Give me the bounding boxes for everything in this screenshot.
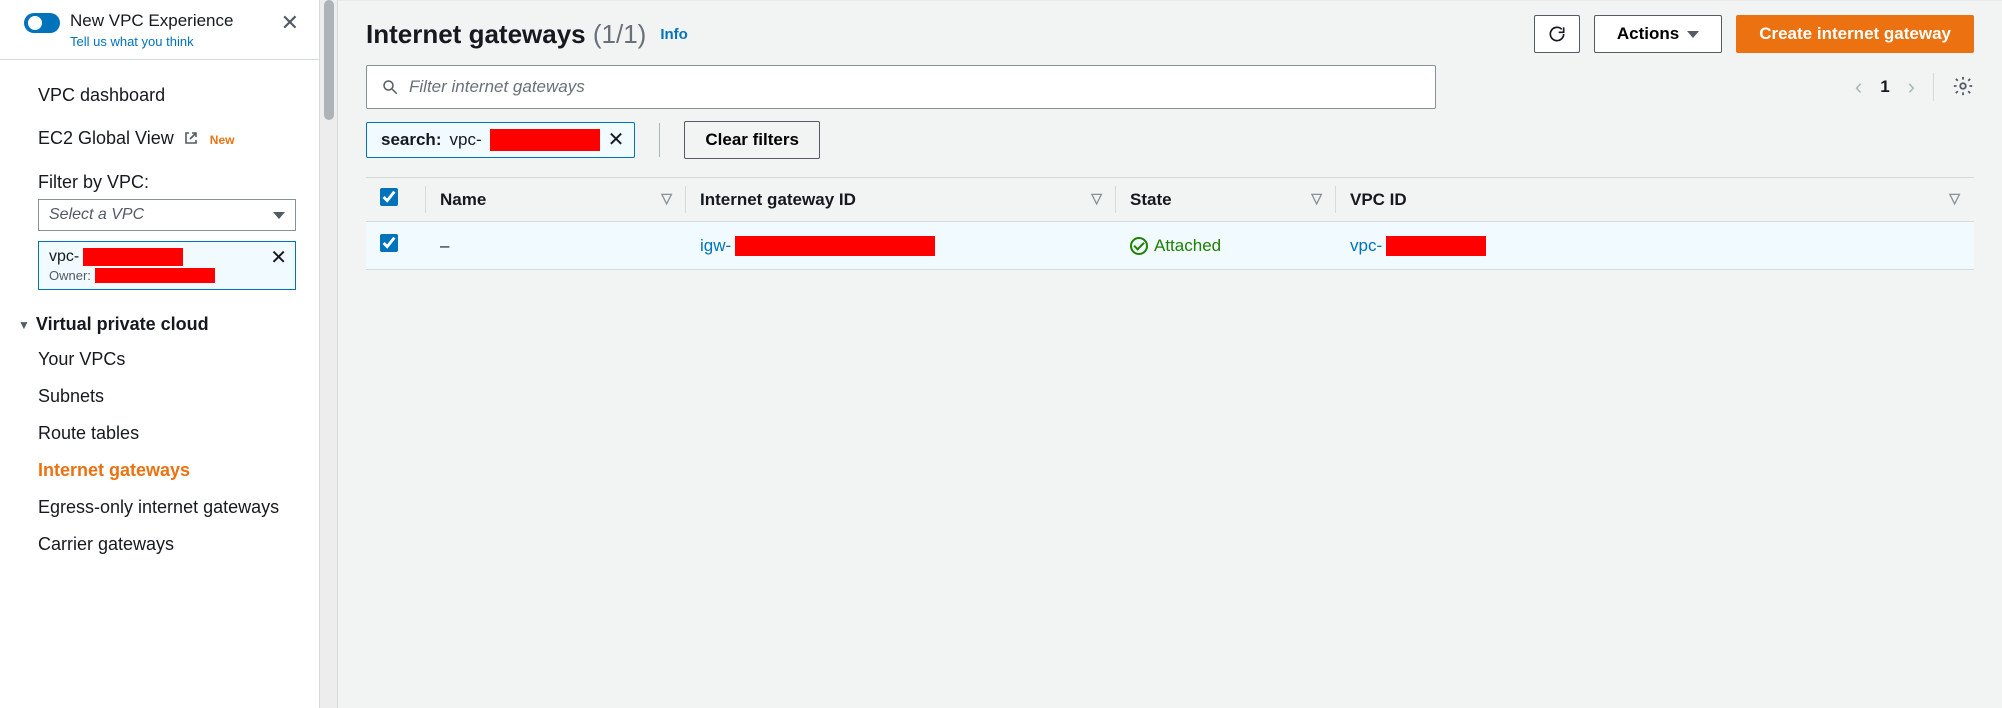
cell-state: Attached	[1116, 222, 1336, 270]
cell-select	[366, 222, 426, 270]
vpc-select-placeholder: Select a VPC	[49, 206, 144, 224]
row-checkbox[interactable]	[380, 234, 398, 252]
status-check-icon	[1130, 237, 1148, 255]
nav-carrier-gateways[interactable]: Carrier gateways	[38, 526, 295, 563]
search-input[interactable]: Filter internet gateways	[366, 65, 1436, 109]
settings-button[interactable]	[1952, 75, 1974, 100]
search-chip-label: search:	[381, 130, 441, 150]
vpc-chip-owner-label: Owner:	[49, 268, 91, 283]
header-actions: Actions Create internet gateway	[1534, 15, 1974, 53]
col-vpc-label: VPC ID	[1350, 190, 1407, 209]
col-vpc-id[interactable]: VPC ID ▽	[1336, 178, 1974, 222]
sidebar-body: VPC dashboard EC2 Global View New Filter…	[0, 60, 319, 563]
filter-chips-row: search: vpc- ✕ Clear filters	[366, 121, 1974, 159]
search-placeholder: Filter internet gateways	[409, 77, 585, 97]
igw-id-link[interactable]: igw-	[700, 236, 731, 256]
nav-subnets[interactable]: Subnets	[38, 378, 295, 415]
refresh-button[interactable]	[1534, 15, 1580, 53]
filter-by-vpc-label: Filter by VPC:	[38, 160, 295, 199]
vpc-id-redacted	[1386, 236, 1486, 256]
page-current: 1	[1880, 77, 1889, 97]
sidebar-scrollbar[interactable]	[320, 0, 338, 708]
vpc-chip-owner-redacted	[95, 268, 215, 283]
table-header-row: Name ▽ Internet gateway ID ▽ State ▽ V	[366, 178, 1974, 222]
igw-id-redacted	[735, 236, 935, 256]
info-link[interactable]: Info	[660, 26, 688, 43]
sort-icon: ▽	[661, 190, 672, 207]
select-all-checkbox[interactable]	[380, 188, 398, 206]
actions-caret-icon	[1687, 31, 1699, 38]
main-panel: Internet gateways (1/1) Info Actions Cre…	[338, 0, 2002, 708]
section-caret-icon: ▼	[18, 318, 30, 332]
new-experience-toggle[interactable]	[24, 13, 60, 33]
search-filter-chip: search: vpc- ✕	[366, 122, 635, 158]
sort-icon: ▽	[1311, 190, 1322, 207]
nav-route-tables[interactable]: Route tables	[38, 415, 295, 452]
sidebar: New VPC Experience Tell us what you thin…	[0, 0, 320, 708]
col-state-label: State	[1130, 190, 1172, 209]
nav-your-vpcs[interactable]: Your VPCs	[38, 341, 295, 378]
col-name-label: Name	[440, 190, 486, 209]
search-chip-redacted	[490, 129, 600, 151]
new-badge: New	[210, 133, 235, 147]
dropdown-caret-icon	[273, 212, 285, 219]
gear-icon	[1952, 75, 1974, 97]
ec2-global-label: EC2 Global View	[38, 128, 174, 148]
refresh-icon	[1547, 24, 1567, 44]
vpc-select[interactable]: Select a VPC	[38, 199, 296, 231]
vpc-chip-redacted	[83, 248, 183, 266]
status-text: Attached	[1154, 236, 1221, 256]
sort-icon: ▽	[1949, 190, 1960, 207]
scrollbar-thumb[interactable]	[324, 0, 334, 120]
actions-button[interactable]: Actions	[1594, 15, 1722, 53]
sidebar-item-ec2-global[interactable]: EC2 Global View New	[38, 117, 295, 160]
status-badge: Attached	[1130, 236, 1322, 256]
section-virtual-private-cloud[interactable]: ▼ Virtual private cloud	[18, 290, 295, 341]
search-icon	[381, 78, 399, 96]
nav-egress-only-igw[interactable]: Egress-only internet gateways	[38, 489, 295, 526]
pager-separator	[1933, 73, 1934, 101]
page-prev-icon[interactable]: ‹	[1855, 74, 1862, 100]
nav-internet-gateways[interactable]: Internet gateways	[38, 452, 295, 489]
chip-separator	[659, 123, 660, 157]
page-header: Internet gateways (1/1) Info Actions Cre…	[366, 15, 1974, 53]
search-chip-prefix: vpc-	[449, 130, 481, 150]
cell-name: –	[426, 222, 686, 270]
table-wrap: Name ▽ Internet gateway ID ▽ State ▽ V	[366, 177, 1974, 270]
vpc-id-link[interactable]: vpc-	[1350, 236, 1382, 256]
sort-icon: ▽	[1091, 190, 1102, 207]
actions-label: Actions	[1617, 24, 1679, 44]
col-igw-label: Internet gateway ID	[700, 190, 856, 209]
external-link-icon	[183, 127, 199, 143]
search-chip-remove-icon[interactable]: ✕	[608, 130, 625, 150]
table-row[interactable]: – igw- Attached	[366, 222, 1974, 270]
page-count: (1/1)	[593, 19, 646, 49]
col-state[interactable]: State ▽	[1116, 178, 1336, 222]
search-row: Filter internet gateways ‹ 1 ›	[366, 65, 1974, 109]
pagination: ‹ 1 ›	[1855, 73, 1974, 101]
sidebar-item-vpc-dashboard[interactable]: VPC dashboard	[38, 74, 295, 117]
new-experience-title: New VPC Experience	[70, 10, 233, 32]
col-select-all	[366, 178, 426, 222]
col-igw-id[interactable]: Internet gateway ID ▽	[686, 178, 1116, 222]
col-name[interactable]: Name ▽	[426, 178, 686, 222]
feedback-link[interactable]: Tell us what you think	[70, 34, 233, 49]
cell-igw-id: igw-	[686, 222, 1116, 270]
page-title: Internet gateways (1/1)	[366, 19, 646, 50]
cell-vpc-id: vpc-	[1336, 222, 1974, 270]
vpc-filter-chip: vpc- Owner: ✕	[38, 241, 296, 290]
sidebar-close-icon[interactable]: ✕	[277, 10, 303, 36]
section-title: Virtual private cloud	[36, 314, 209, 335]
internet-gateways-table: Name ▽ Internet gateway ID ▽ State ▽ V	[366, 177, 1974, 270]
clear-filters-button[interactable]: Clear filters	[684, 121, 820, 159]
vpc-chip-prefix: vpc-	[49, 248, 79, 266]
create-internet-gateway-button[interactable]: Create internet gateway	[1736, 15, 1974, 53]
page-title-text: Internet gateways	[366, 19, 586, 49]
sidebar-header: New VPC Experience Tell us what you thin…	[0, 0, 319, 60]
page-next-icon[interactable]: ›	[1908, 74, 1915, 100]
vpc-chip-remove-icon[interactable]: ✕	[270, 248, 287, 268]
